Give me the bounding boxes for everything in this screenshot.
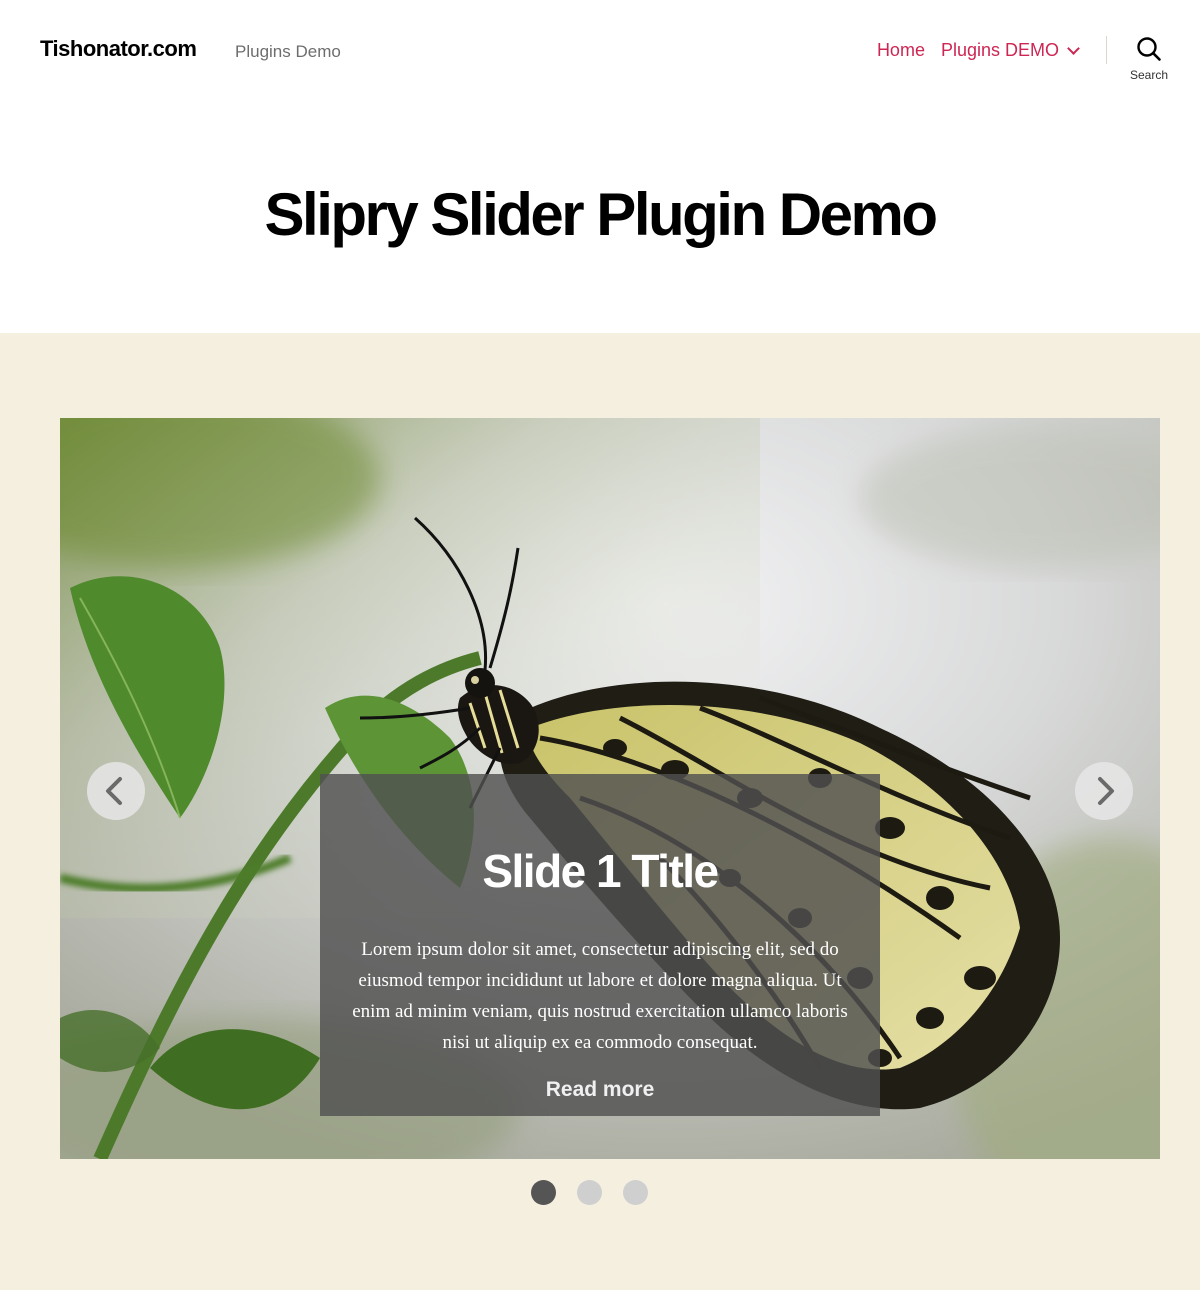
slider-dot-3[interactable] xyxy=(623,1180,648,1205)
read-more-link[interactable]: Read more xyxy=(320,1078,880,1102)
chevron-left-icon xyxy=(106,777,122,805)
slider-next-button[interactable] xyxy=(1075,762,1133,820)
site-header: Tishonator.com Plugins Demo Home Plugins… xyxy=(0,0,1200,110)
page-title: Slipry Slider Plugin Demo xyxy=(264,181,938,248)
nav-item-label: Home xyxy=(876,40,925,60)
site-description: Plugins Demo xyxy=(235,42,341,61)
slider-prev-button[interactable] xyxy=(87,762,145,820)
footer-gap xyxy=(0,1290,1200,1300)
slider-dot-2[interactable] xyxy=(577,1180,602,1205)
chevron-right-icon xyxy=(1098,777,1114,805)
nav-divider xyxy=(1106,36,1107,64)
nav-item-label: Plugins DEMO xyxy=(940,40,1059,60)
slider-dot-1[interactable] xyxy=(531,1180,556,1205)
site-title-link[interactable]: Tishonator.com xyxy=(40,36,197,62)
nav-item-home[interactable]: Home xyxy=(877,40,925,61)
slide-title: Slide 1 Title xyxy=(482,845,719,897)
slider-pagination xyxy=(531,1180,648,1205)
search-label: Search xyxy=(1129,68,1169,82)
slide-caption: Slide 1 Title Lorem ipsum dolor sit amet… xyxy=(320,774,880,1116)
image-slider: Slide 1 Title Lorem ipsum dolor sit amet… xyxy=(60,418,1160,1159)
search-icon xyxy=(1137,37,1161,61)
chevron-down-icon xyxy=(1067,41,1080,55)
primary-nav: Home Plugins DEMO xyxy=(877,40,1080,61)
nav-item-plugins-demo[interactable]: Plugins DEMO xyxy=(940,40,1080,61)
slide-text: Lorem ipsum dolor sit amet, consectetur … xyxy=(352,939,848,1053)
search-toggle-button[interactable]: Search xyxy=(1120,36,1178,88)
